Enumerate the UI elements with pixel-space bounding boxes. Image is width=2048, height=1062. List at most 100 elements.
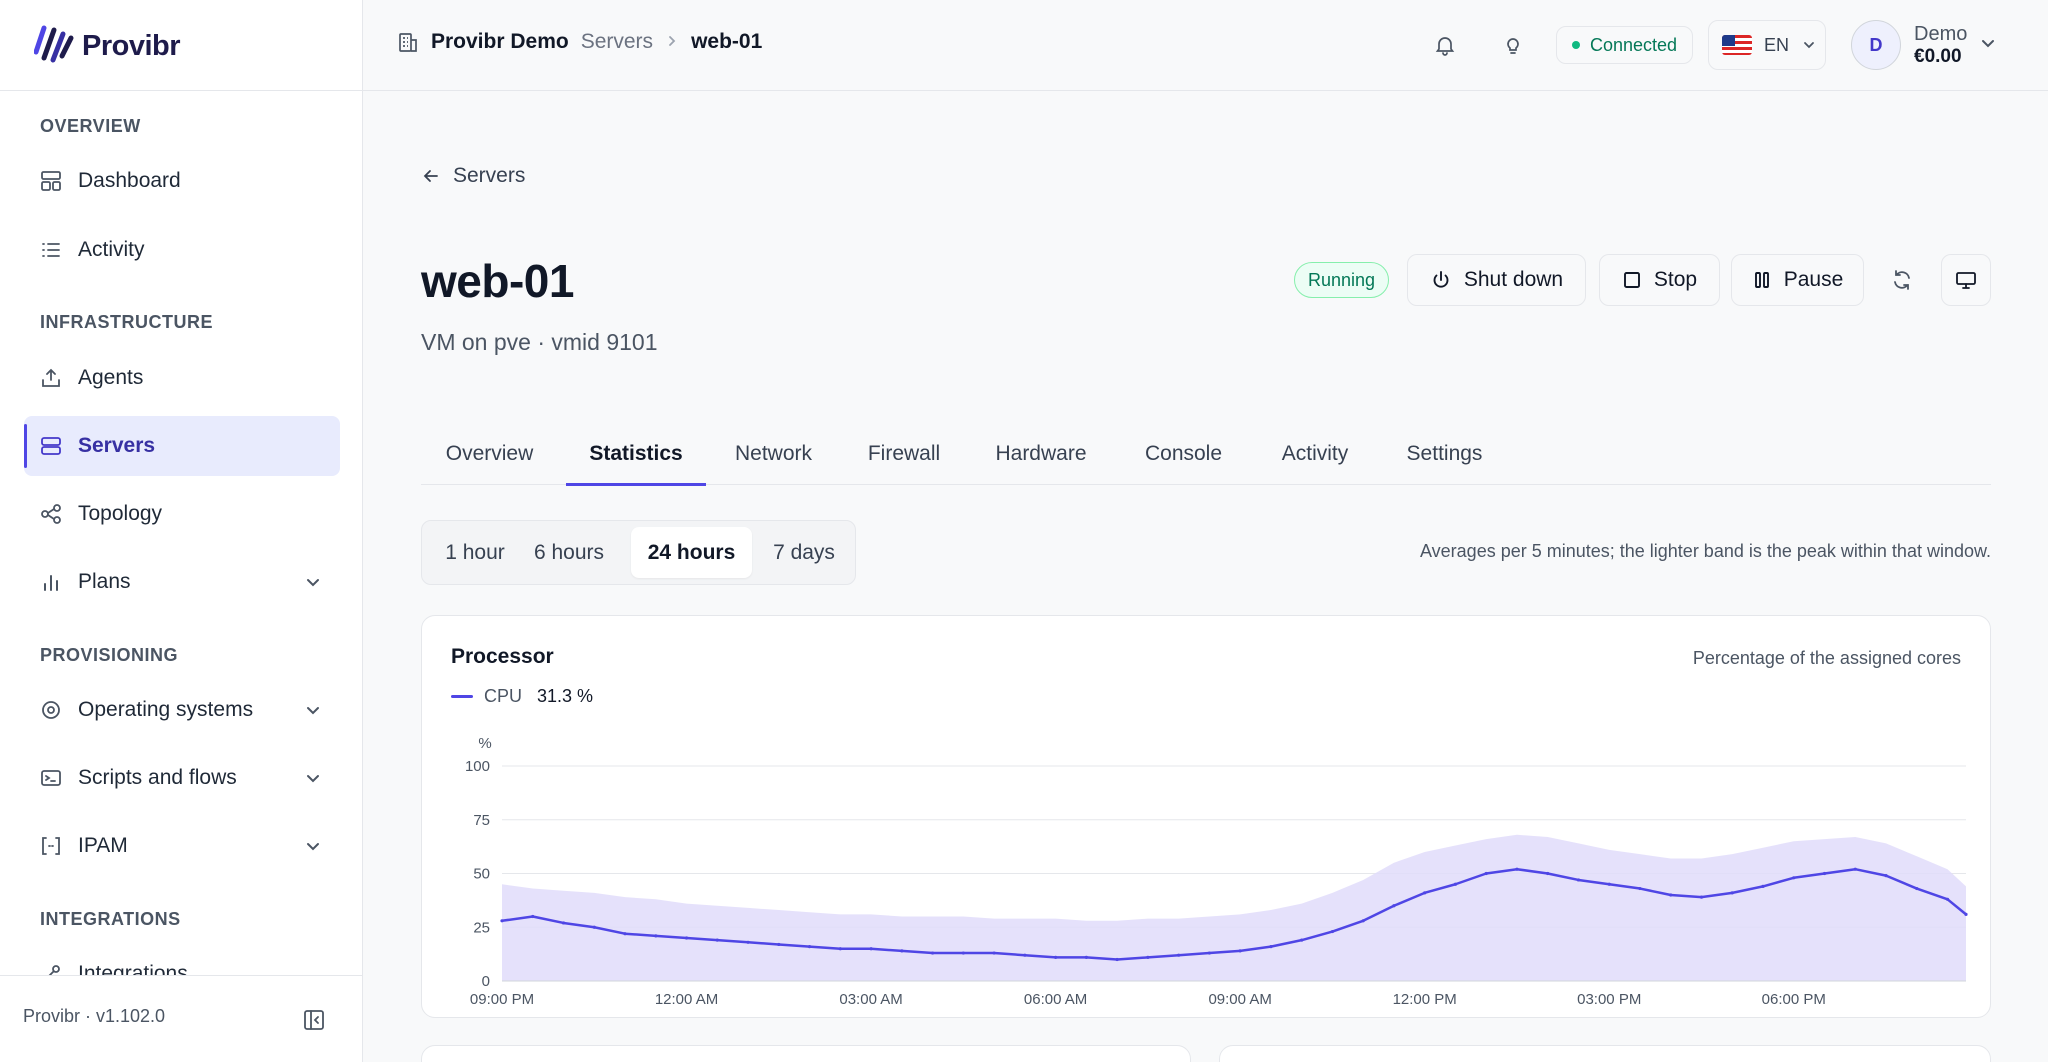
- data-point: [1546, 871, 1550, 876]
- data-point: [1269, 945, 1273, 949]
- range-24-hours[interactable]: 24 hours: [631, 527, 752, 578]
- servers-icon: [40, 435, 62, 457]
- sidebar-item-plans[interactable]: Plans: [24, 552, 340, 612]
- data-point: [1146, 955, 1150, 959]
- user-menu[interactable]: D Demo €0.00: [1851, 18, 2025, 72]
- terminal-icon: [40, 767, 62, 789]
- data-point: [1084, 955, 1088, 959]
- data-point: [592, 925, 596, 929]
- data-point: [654, 934, 658, 938]
- legend-label: CPU: [484, 686, 523, 706]
- sidebar-item-label: Operating systems: [78, 698, 254, 721]
- pause-button[interactable]: Pause: [1731, 254, 1864, 306]
- sidebar: Provibr OVERVIEW Dashboard Activity INFR…: [0, 0, 363, 1062]
- data-point: [1730, 891, 1734, 895]
- chevron-down-icon[interactable]: [304, 769, 326, 787]
- integrations-icon: [40, 963, 62, 975]
- tab-bar: Overview Statistics Network Firewall Har…: [421, 422, 1991, 486]
- breadcrumb-current: web-01: [691, 30, 763, 53]
- collapse-sidebar-icon[interactable]: [300, 1006, 328, 1034]
- data-point: [1238, 949, 1242, 953]
- data-point: [777, 942, 781, 947]
- sidebar-item-label: IPAM: [78, 834, 128, 857]
- stop-button[interactable]: Stop: [1599, 254, 1720, 306]
- memory-card: [421, 1045, 1191, 1062]
- data-point: [1023, 953, 1027, 957]
- lightbulb-icon[interactable]: [1497, 29, 1529, 61]
- data-point: [1484, 871, 1488, 876]
- data-point: [1964, 912, 1968, 916]
- sidebar-nav: OVERVIEW Dashboard Activity INFRASTRUCTU…: [0, 90, 362, 975]
- shutdown-button[interactable]: Shut down: [1407, 254, 1586, 306]
- sidebar-item-agents[interactable]: Agents: [24, 348, 340, 408]
- chevron-down-icon: [1801, 37, 1817, 53]
- breadcrumb-servers[interactable]: Servers: [581, 30, 653, 54]
- data-point: [1853, 867, 1857, 871]
- tab-hardware[interactable]: Hardware: [971, 422, 1111, 485]
- ipam-icon: [40, 835, 62, 857]
- shutdown-label: Shut down: [1463, 268, 1564, 291]
- pause-icon: [1752, 270, 1772, 290]
- data-point: [1115, 957, 1119, 962]
- tab-network[interactable]: Network: [711, 422, 836, 485]
- x-tick-label: 03:00 PM: [1577, 991, 1641, 1008]
- sidebar-item-topology[interactable]: Topology: [24, 484, 340, 544]
- stop-icon: [1622, 270, 1642, 290]
- tab-settings[interactable]: Settings: [1381, 422, 1508, 485]
- chevron-down-icon[interactable]: [304, 837, 326, 855]
- restart-button[interactable]: [1882, 254, 1922, 306]
- range-6-hours[interactable]: 6 hours: [522, 527, 616, 578]
- chevron-down-icon[interactable]: [304, 573, 326, 591]
- back-link[interactable]: Servers: [421, 164, 525, 188]
- range-7-days[interactable]: 7 days: [756, 527, 852, 578]
- tab-firewall[interactable]: Firewall: [841, 422, 967, 485]
- sidebar-item-label: Topology: [78, 502, 163, 525]
- sidebar-item-operating-systems[interactable]: Operating systems: [24, 680, 340, 740]
- back-label: Servers: [453, 164, 526, 187]
- data-point: [961, 951, 965, 955]
- power-icon: [1430, 269, 1452, 291]
- sidebar-item-label: Scripts and flows: [78, 766, 237, 789]
- y-tick-label: 75: [473, 812, 490, 829]
- app-logo[interactable]: Provibr: [33, 24, 181, 69]
- tab-activity[interactable]: Activity: [1254, 422, 1376, 485]
- tab-console[interactable]: Console: [1121, 422, 1246, 485]
- x-tick-label: 09:00 AM: [1208, 991, 1271, 1008]
- sidebar-item-ipam[interactable]: IPAM: [24, 816, 340, 876]
- legend-swatch: [451, 695, 473, 698]
- sidebar-item-label: Dashboard: [78, 169, 181, 192]
- bell-icon[interactable]: [1429, 29, 1461, 61]
- topbar: Provibr Demo Servers web-01 Connected EN…: [363, 0, 2048, 91]
- data-point: [1576, 878, 1581, 882]
- tab-statistics[interactable]: Statistics: [566, 422, 706, 486]
- sidebar-item-servers[interactable]: Servers: [24, 416, 340, 476]
- sidebar-item-dashboard[interactable]: Dashboard: [24, 151, 340, 211]
- tab-overview[interactable]: Overview: [421, 422, 558, 485]
- bar-chart-icon: [40, 571, 62, 593]
- data-point: [1515, 867, 1519, 871]
- data-point: [930, 951, 935, 955]
- refresh-icon: [1890, 268, 1914, 292]
- card-title: Processor: [451, 645, 554, 668]
- section-integrations: INTEGRATIONS: [40, 909, 181, 929]
- console-button[interactable]: [1941, 254, 1991, 306]
- sidebar-item-integrations[interactable]: Integrations: [24, 944, 340, 975]
- sidebar-footer: Provibr · v1.102.0: [0, 975, 362, 1062]
- chart-legend: CPU 31.3 %: [451, 686, 593, 707]
- sidebar-item-label: Activity: [78, 238, 145, 261]
- data-point: [900, 949, 904, 953]
- user-balance: €0.00: [1914, 45, 1962, 67]
- chevron-down-icon[interactable]: [304, 701, 326, 719]
- y-tick-label: 0: [482, 973, 490, 990]
- section-provisioning: PROVISIONING: [40, 645, 179, 665]
- language-select[interactable]: EN: [1708, 20, 1826, 70]
- page-subtitle: VM on pve · vmid 9101: [421, 329, 658, 355]
- avatar: D: [1851, 20, 1901, 70]
- monitor-icon: [1955, 269, 1977, 291]
- org-name[interactable]: Provibr Demo: [431, 30, 569, 54]
- sidebar-item-scripts-and-flows[interactable]: Scripts and flows: [24, 748, 340, 808]
- logo-mark-icon: [33, 24, 76, 69]
- range-1-hour[interactable]: 1 hour: [428, 527, 522, 578]
- data-point: [1822, 871, 1827, 876]
- sidebar-item-activity[interactable]: Activity: [24, 220, 340, 280]
